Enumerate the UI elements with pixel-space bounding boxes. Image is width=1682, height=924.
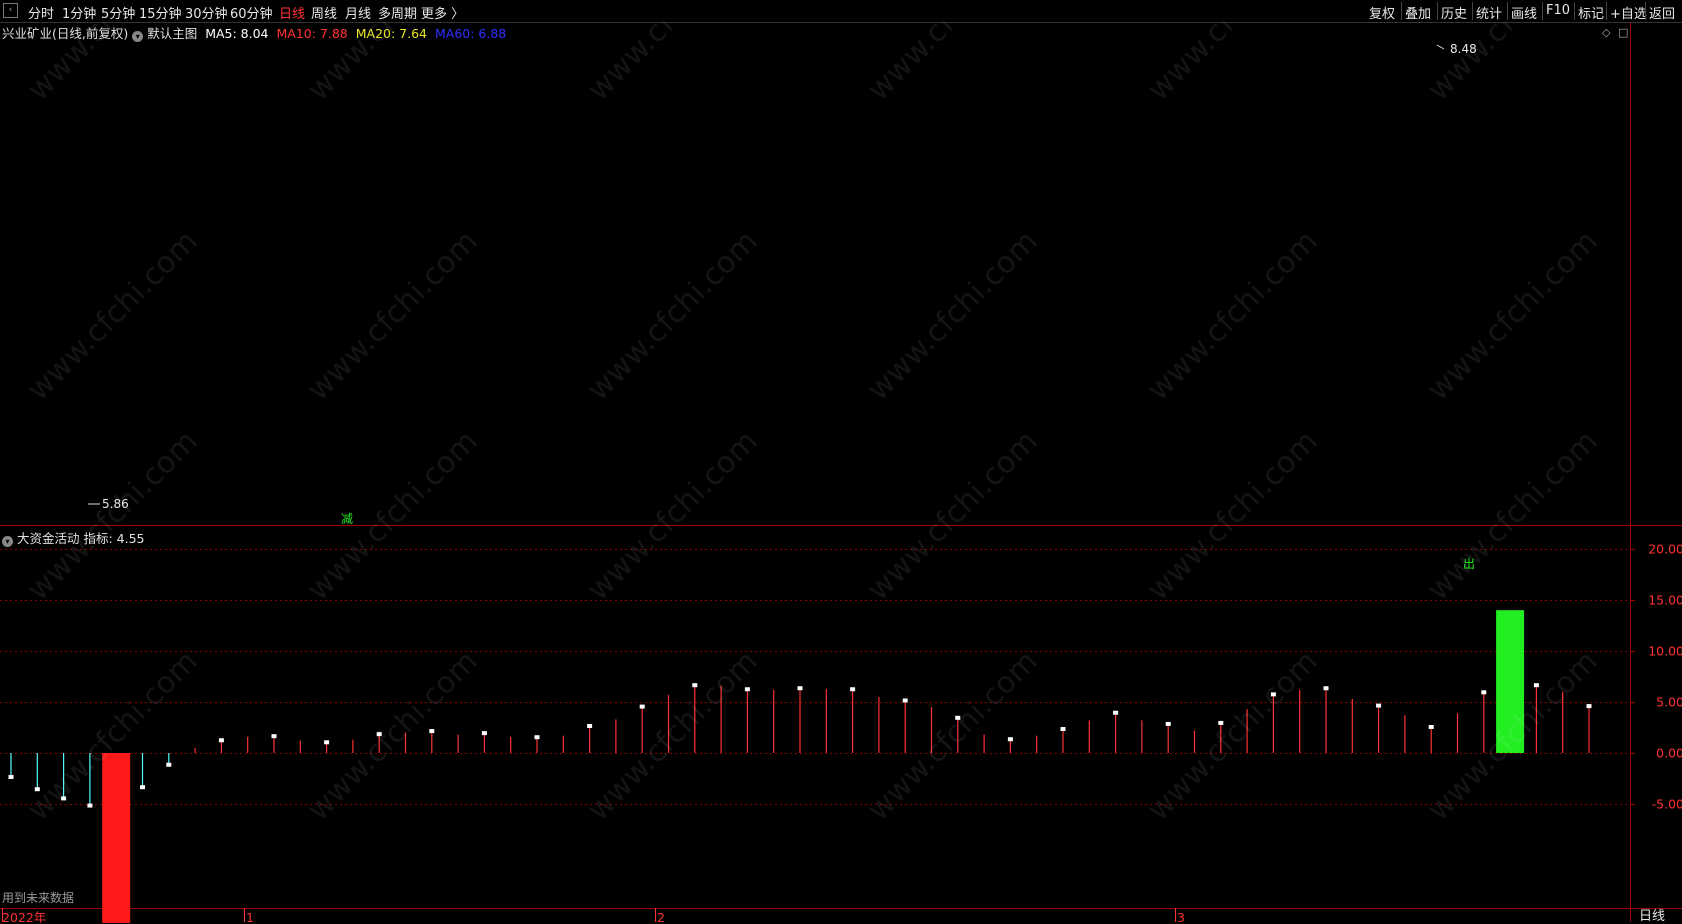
indicator-dot xyxy=(1218,720,1224,725)
indicator-tick-label: 20.00 xyxy=(1648,542,1682,557)
jian-marker: 减 xyxy=(341,512,353,526)
chart-area[interactable]: 8.408.208.007.807.607.407.207.006.806.60… xyxy=(0,0,1682,923)
future-data-note: 用到未来数据 xyxy=(2,891,75,905)
indicator-dot xyxy=(1376,703,1382,708)
indicator-dot xyxy=(1481,690,1487,695)
indicator-tick-label: 0.00 xyxy=(1656,746,1682,761)
indicator-tick-label: 5.00 xyxy=(1656,695,1682,710)
indicator-big-bar xyxy=(102,753,131,923)
indicator-dot xyxy=(87,803,93,808)
indicator-dot xyxy=(902,698,908,703)
indicator-dot xyxy=(61,796,67,801)
indicator-dot xyxy=(1060,727,1066,732)
diamond-icon: ◇ xyxy=(1602,26,1611,39)
indicator-dot xyxy=(1586,704,1592,709)
indicator-dot xyxy=(639,704,645,709)
indicator-dot xyxy=(1270,692,1276,697)
indicator-dot xyxy=(140,785,145,790)
indicator-dot xyxy=(481,731,487,736)
indicator-dot xyxy=(1165,721,1171,726)
low-price-label: 5.86 xyxy=(102,497,129,511)
indicator-dot xyxy=(271,734,277,739)
chu-marker: 出 xyxy=(1463,557,1475,571)
indicator-dot xyxy=(166,762,172,767)
indicator-tick-label: 15.00 xyxy=(1648,593,1682,608)
square-icon: □ xyxy=(1618,26,1628,39)
high-price-label: 8.48 xyxy=(1450,42,1477,56)
date-label: 3 xyxy=(1177,910,1185,923)
indicator-dot xyxy=(429,729,435,734)
indicator-dot xyxy=(955,715,961,720)
indicator-tick-label: -5.00 xyxy=(1652,797,1682,812)
indicator-dot xyxy=(324,740,330,745)
period-label[interactable]: 日线 xyxy=(1639,905,1665,924)
indicator-dot xyxy=(218,738,224,743)
indicator-dot xyxy=(1428,725,1434,729)
indicator-dot xyxy=(850,687,856,692)
indicator-dot xyxy=(534,735,540,740)
date-label: 2 xyxy=(657,910,665,923)
indicator-dot xyxy=(1533,683,1539,688)
date-label: 1 xyxy=(246,910,254,923)
indicator-dot xyxy=(1007,737,1013,742)
high-pointer xyxy=(1436,44,1445,50)
indicator-dot xyxy=(376,732,382,737)
indicator-dot xyxy=(1323,686,1329,691)
indicator-dot xyxy=(744,687,750,692)
indicator-dot xyxy=(797,686,803,691)
indicator-dot xyxy=(34,787,40,792)
indicator-dot xyxy=(8,774,14,779)
indicator-dot xyxy=(692,683,698,688)
date-label: 2022年 xyxy=(2,910,46,923)
indicator-dot xyxy=(1113,710,1119,715)
indicator-big-bar xyxy=(1496,610,1525,753)
indicator-tick-label: 10.00 xyxy=(1648,644,1682,659)
indicator-dot xyxy=(587,723,593,728)
